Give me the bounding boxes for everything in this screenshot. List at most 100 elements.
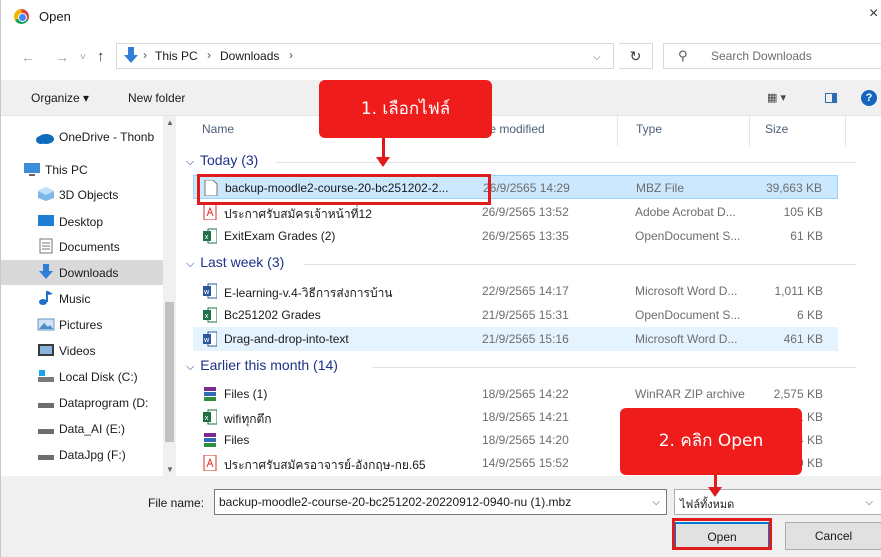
pdf-icon (203, 204, 217, 220)
svg-text:w: w (204, 336, 210, 344)
file-type-select[interactable]: ไฟล์ทั้งหมด ⌵ (674, 489, 881, 515)
svg-text:x: x (205, 233, 209, 241)
sidebar-item-documents[interactable]: Documents (1, 234, 163, 259)
chevron-down-icon: ⌵ (186, 156, 195, 168)
title-bar: Open × (1, 0, 881, 33)
open-file-dialog: Open × ← → ˅ ↑ › This PC › Downloads › ⌵… (0, 0, 881, 557)
scroll-up-icon[interactable]: ▲ (166, 118, 174, 127)
file-name: Bc251202 Grades (224, 308, 321, 322)
address-dropdown-icon[interactable]: ⌵ (593, 52, 601, 63)
group-header-earlier-this-month[interactable]: ⌵ Earlier this month (14) (186, 357, 338, 374)
winrar-icon (204, 387, 216, 401)
help-icon[interactable]: ? (861, 90, 877, 106)
sidebar-item-label: Local Disk (C:) (59, 370, 138, 384)
file-type: OpenDocument S... (635, 308, 741, 322)
scrollbar-thumb[interactable] (165, 302, 174, 442)
computer-icon (24, 163, 40, 176)
file-name: ประกาศรับสมัครอาจารย์-อังกฤษ-กย.65 (224, 458, 426, 472)
3d-objects-icon (38, 187, 54, 201)
organize-menu[interactable]: Organize ▾ (31, 91, 89, 105)
breadcrumb-downloads[interactable]: Downloads (220, 49, 279, 63)
annotation-step-1: 1. เลือกไฟล์ (319, 80, 492, 138)
file-row[interactable]: x Bc251202 Grades 21/9/2565 15:31 OpenDo… (193, 303, 838, 327)
sidebar-item-label: OneDrive - Thonb (59, 130, 155, 144)
column-header-name[interactable]: Name (202, 122, 234, 136)
chevron-down-icon: ⌵ (186, 361, 195, 373)
file-name: ประกาศรับสมัครเจ้าหน้าที่12 (224, 207, 372, 221)
file-row[interactable]: Files (1) 18/9/2565 14:22 WinRAR ZIP arc… (193, 382, 838, 406)
column-header-type[interactable]: Type (636, 122, 662, 136)
file-size: 105 KB (783, 205, 823, 219)
file-row[interactable]: w Drag-and-drop-into-text 21/9/2565 15:1… (193, 327, 838, 351)
drive-icon (38, 455, 54, 460)
close-button[interactable]: × (869, 5, 878, 23)
annotation-arrow (382, 138, 385, 158)
group-divider (372, 367, 856, 368)
sidebar-item-label: Desktop (59, 215, 104, 229)
column-divider[interactable] (845, 116, 846, 146)
up-button[interactable]: ↑ (97, 48, 105, 65)
address-bar[interactable]: › This PC › Downloads › ⌵ (116, 43, 614, 69)
group-label: Earlier this month (14) (200, 357, 338, 373)
videos-icon (38, 344, 54, 356)
chevron-down-icon: ⌵ (186, 258, 195, 270)
sidebar-item-label: 3D Objects (59, 188, 119, 202)
sidebar-item-drive-f[interactable]: DataJpg (F:) (1, 442, 163, 467)
sidebar-item-desktop[interactable]: Desktop (1, 209, 163, 234)
highlight-open-button (672, 518, 772, 550)
view-options-button[interactable]: ▦ ▾ (767, 91, 786, 104)
file-date: 22/9/2565 14:17 (482, 284, 569, 298)
file-row[interactable]: x ExitExam Grades (2) 26/9/2565 13:35 Op… (193, 224, 838, 248)
search-placeholder: Search Downloads (711, 49, 812, 63)
sidebar-item-this-pc[interactable]: This PC (1, 157, 163, 182)
new-folder-button[interactable]: New folder (128, 91, 185, 105)
sidebar-item-videos[interactable]: Videos (1, 338, 163, 363)
sidebar-item-music[interactable]: Music (1, 286, 163, 311)
file-date: 21/9/2565 15:16 (482, 332, 569, 346)
recent-locations-button[interactable]: ˅ (80, 52, 86, 63)
file-date: 18/9/2565 14:20 (482, 433, 569, 447)
file-type: Microsoft Word D... (635, 332, 738, 346)
breadcrumb-separator: › (143, 48, 147, 62)
pdf-icon (203, 455, 217, 471)
file-date: 26/9/2565 13:35 (482, 229, 569, 243)
file-size: 2,575 KB (773, 387, 823, 401)
column-header-size[interactable]: Size (765, 122, 788, 136)
breadcrumb-this-pc[interactable]: This PC (155, 49, 198, 63)
column-header-date[interactable]: te modified (486, 122, 545, 136)
annotation-step-2: 2. คลิก Open (620, 408, 802, 475)
file-size: 1,011 KB (774, 284, 823, 298)
sidebar-item-pictures[interactable]: Pictures (1, 312, 163, 337)
back-button[interactable]: ← (21, 49, 35, 65)
group-header-today[interactable]: ⌵ Today (3) (186, 152, 258, 169)
file-name-value: backup-moodle2-course-20-bc251202-202209… (219, 495, 572, 509)
search-input[interactable]: ⚲ Search Downloads (663, 43, 881, 69)
winrar-icon (204, 433, 216, 447)
refresh-button[interactable]: ↻ (619, 43, 653, 69)
forward-button[interactable]: → (55, 49, 69, 65)
scroll-down-icon[interactable]: ▼ (166, 465, 174, 474)
preview-pane-icon[interactable] (825, 93, 837, 103)
sidebar-item-onedrive[interactable]: OneDrive - Thonb (1, 124, 163, 149)
file-date: 21/9/2565 15:31 (482, 308, 569, 322)
column-divider[interactable] (749, 116, 750, 146)
cancel-button[interactable]: Cancel (785, 522, 881, 550)
chevron-down-icon[interactable]: ⌵ (652, 497, 660, 508)
sidebar-item-local-disk-c[interactable]: Local Disk (C:) (1, 364, 163, 389)
column-divider[interactable] (617, 116, 618, 146)
sidebar-scrollbar[interactable]: ▲ ▼ (163, 116, 176, 476)
highlight-selected-file (197, 174, 491, 205)
sidebar-item-3d-objects[interactable]: 3D Objects (1, 182, 163, 207)
sidebar-item-drive-e[interactable]: Data_AI (E:) (1, 416, 163, 441)
chrome-icon (14, 9, 29, 24)
spreadsheet-icon: x (203, 409, 217, 425)
file-date: 18/9/2565 14:21 (482, 410, 569, 424)
sidebar-item-drive-d[interactable]: Dataprogram (D: (1, 390, 163, 415)
sidebar-item-downloads[interactable]: Downloads (1, 260, 163, 285)
file-name-input[interactable]: backup-moodle2-course-20-bc251202-202209… (214, 489, 667, 515)
drive-icon (38, 429, 54, 434)
file-type: WinRAR ZIP archive (635, 387, 745, 401)
file-row[interactable]: w E-learning-v.4-วิธีการส่งการบ้าน 22/9/… (193, 279, 838, 303)
group-header-last-week[interactable]: ⌵ Last week (3) (186, 254, 284, 271)
file-size: 461 KB (783, 332, 823, 346)
